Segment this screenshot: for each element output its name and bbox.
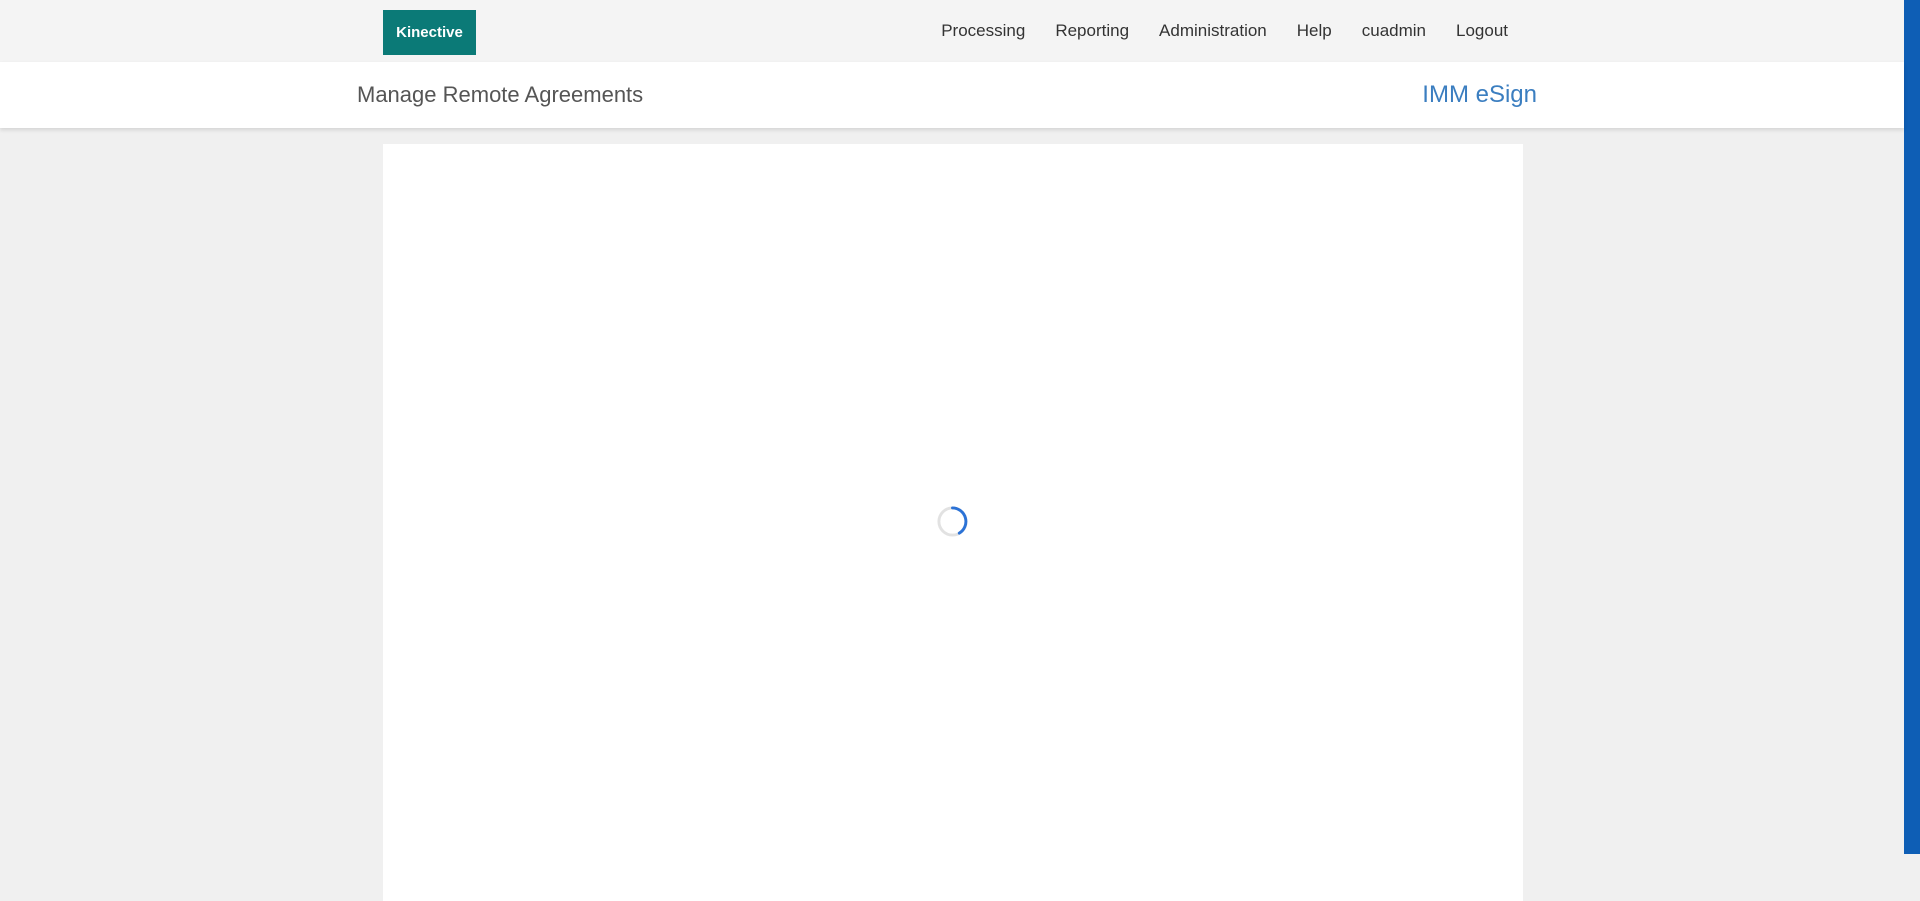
main-nav: Processing Reporting Administration Help… — [941, 0, 1508, 62]
nav-item-processing[interactable]: Processing — [941, 21, 1025, 41]
kinective-logo[interactable]: Kinective — [383, 10, 476, 55]
nav-item-logout[interactable]: Logout — [1456, 21, 1508, 41]
vertical-scrollbar[interactable] — [1904, 0, 1920, 854]
nav-item-reporting[interactable]: Reporting — [1055, 21, 1129, 41]
page-title: Manage Remote Agreements — [357, 82, 644, 107]
logo-text: Kinective — [396, 24, 463, 41]
scrollbar-track — [1904, 854, 1920, 901]
nav-item-help[interactable]: Help — [1297, 21, 1332, 41]
page-header: Manage Remote Agreements IMM eSign — [0, 62, 1904, 128]
top-navigation-bar: Kinective Processing Reporting Administr… — [0, 0, 1904, 62]
imm-esign-link[interactable]: IMM eSign — [1422, 62, 1537, 128]
loading-spinner-icon — [936, 505, 969, 538]
nav-item-user[interactable]: cuadmin — [1362, 21, 1426, 41]
nav-item-administration[interactable]: Administration — [1159, 21, 1267, 41]
